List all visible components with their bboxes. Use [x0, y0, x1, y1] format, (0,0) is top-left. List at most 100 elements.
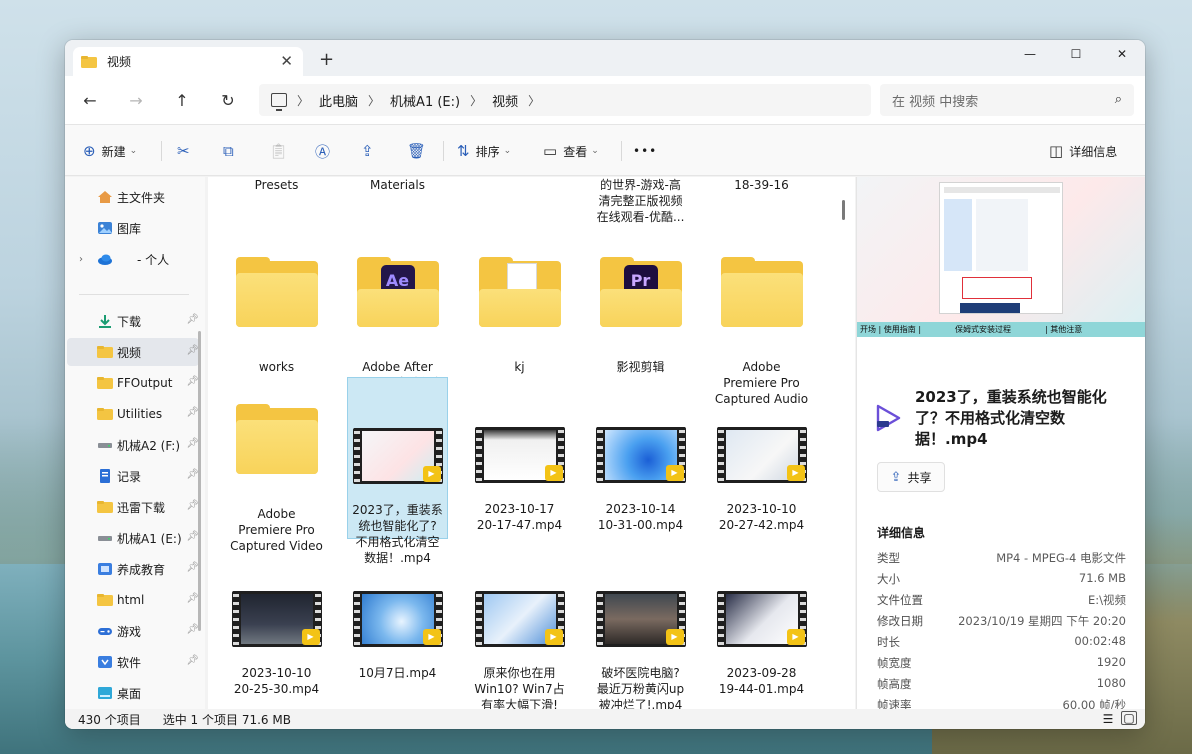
share-icon: ⇪ — [890, 469, 902, 485]
video-item[interactable]: ▶ 10月7日.mp4 — [347, 575, 448, 697]
copy-button[interactable]: ⧉ — [223, 139, 240, 163]
new-button[interactable]: ⊕ 新建 ⌄ — [83, 139, 137, 163]
sort-button[interactable]: ⇅ 排序 ⌄ — [457, 139, 511, 163]
maximize-button[interactable]: ☐ — [1053, 40, 1099, 68]
gamepad-icon — [98, 628, 112, 635]
file-item[interactable]: Materials — [347, 177, 448, 193]
folder-item-video-editing[interactable]: Pr 影视剪辑 — [590, 245, 691, 391]
search-input[interactable]: 在 视频 中搜索 ⌕ — [880, 84, 1134, 116]
video-item[interactable]: ▶ 2023-10-10 20-25-30.mp4 — [226, 575, 327, 709]
close-window-button[interactable]: ✕ — [1099, 40, 1145, 68]
tab-videos[interactable]: 视频 ✕ — [73, 47, 303, 76]
sidebar-scrollbar[interactable] — [198, 331, 201, 631]
file-item[interactable]: 18-39-16 — [711, 177, 812, 193]
home-icon — [98, 191, 112, 203]
video-item[interactable]: ▶ 2023-10-17 20-17-47.mp4 — [469, 411, 570, 549]
details-row-duration: 时长 00:02:48 — [877, 634, 1126, 649]
video-item-selected[interactable]: ▶ 2023了，重装系 统也智能化了? 不用格式化清空 数据！.mp4 — [347, 377, 448, 565]
more-options-button[interactable]: ••• — [633, 139, 657, 163]
paste-icon: 📋︎ — [269, 142, 289, 160]
close-tab-icon[interactable]: ✕ — [280, 52, 293, 70]
after-effects-folder-icon: Ae — [356, 257, 439, 327]
player-icon: ▶ — [786, 629, 805, 645]
paste-button[interactable]: 📋︎ — [269, 139, 294, 163]
breadcrumb-videos[interactable]: 视频 — [492, 91, 518, 110]
chevron-right-icon[interactable]: 〉 — [528, 92, 540, 109]
large-icons-view-icon[interactable]: ▢ — [1121, 711, 1137, 725]
trash-icon: 🗑︎ — [407, 142, 427, 160]
sidebar-item-education[interactable]: 养成教育 📌︎ — [67, 555, 199, 583]
video-item[interactable]: ▶ 2023-10-14 10-31-00.mp4 — [590, 411, 691, 549]
refresh-button[interactable]: ↻ — [215, 88, 241, 112]
sidebar-item-utilities[interactable]: Utilities 📌︎ — [67, 400, 199, 428]
sort-label: 排序 — [475, 144, 500, 159]
folder-item-works[interactable]: works — [226, 245, 327, 391]
sidebar-item-drive-f[interactable]: 机械A2 (F:) 📌︎ — [67, 431, 199, 459]
cut-button[interactable]: ✂ — [177, 139, 196, 163]
sidebar-item-xunlei[interactable]: 迅雷下载 📌︎ — [67, 493, 199, 521]
file-item[interactable]: Presets — [226, 177, 327, 193]
breadcrumb-drive-e[interactable]: 机械A1 (E:) — [390, 91, 460, 110]
content-scrollbar[interactable] — [842, 200, 845, 220]
file-item[interactable]: 的世界-游戏-高 清完整正版视频 在线观看-优酷... — [590, 177, 691, 225]
rename-button[interactable]: Ⓐ — [315, 139, 336, 163]
navigation-pane: 主文件夹 图库 › - 个人 下载 📌︎ 视频 📌︎ FFOutput 📌︎ U… — [65, 177, 205, 709]
sidebar-item-gallery[interactable]: 图库 — [67, 214, 199, 242]
new-label: 新建 — [101, 144, 126, 159]
details-pane-button[interactable]: ◫ 详细信息 — [1049, 139, 1117, 163]
view-button[interactable]: ▭ 查看 ⌄ — [543, 139, 599, 163]
view-icon: ▭ — [543, 142, 558, 160]
sidebar-item-desktop[interactable]: 桌面 — [67, 679, 199, 707]
new-tab-button[interactable]: + — [319, 49, 334, 70]
sidebar-item-downloads[interactable]: 下载 📌︎ — [67, 307, 199, 335]
forward-button[interactable]: → — [123, 88, 149, 112]
folder-item-pr-video[interactable]: Adobe Premiere Pro Captured Video — [226, 392, 327, 570]
share-button[interactable]: ⇪ — [361, 139, 380, 163]
details-view-icon[interactable]: ☰ — [1098, 711, 1118, 727]
video-item[interactable]: ▶ 2023-09-28 19-44-01.mp4 — [711, 575, 812, 709]
up-button[interactable]: ↑ — [169, 88, 195, 112]
video-thumbnail: ▶ — [231, 591, 322, 647]
sidebar-item-html[interactable]: html 📌︎ — [67, 586, 199, 614]
share-file-button[interactable]: ⇪ 共享 — [877, 462, 945, 492]
address-bar[interactable]: 〉 此电脑 〉 机械A1 (E:) 〉 视频 〉 — [259, 84, 871, 116]
sidebar-item-ffoutput[interactable]: FFOutput 📌︎ — [67, 369, 199, 397]
folder-item-kj[interactable]: kj — [469, 245, 570, 391]
search-icon[interactable]: ⌕ — [1115, 92, 1122, 107]
status-bar: 430 个项目 选中 1 个项目 71.6 MB ☰ ▢ — [65, 709, 1145, 729]
player-icon: ▶ — [422, 466, 441, 482]
player-icon: ▶ — [665, 629, 684, 645]
onedrive-icon — [98, 254, 112, 265]
sidebar-item-records[interactable]: 记录 📌︎ — [67, 462, 199, 490]
chevron-down-icon: ⌄ — [503, 146, 512, 156]
folder-icon — [97, 346, 113, 358]
details-row-frame-rate: 帧速率 60.00 帧/秒 — [877, 698, 1126, 709]
sidebar-item-drive-e[interactable]: 机械A1 (E:) 📌︎ — [67, 524, 199, 552]
folder-item-pr-audio[interactable]: Adobe Premiere Pro Captured Audio — [711, 245, 812, 423]
delete-button[interactable]: 🗑︎ — [407, 139, 432, 163]
video-file-icon — [876, 404, 901, 432]
minimize-button[interactable]: — — [1007, 40, 1053, 68]
details-row-frame-width: 帧宽度 1920 — [877, 655, 1126, 670]
video-item[interactable]: ▶ 破坏医院电脑? 最近万粉黄闪up 被冲烂了!.mp4 — [590, 575, 691, 709]
video-item[interactable]: ▶ 2023-10-10 20-27-42.mp4 — [711, 411, 812, 549]
sidebar-item-games[interactable]: 游戏 📌︎ — [67, 617, 199, 645]
breadcrumb-this-pc[interactable]: 此电脑 — [319, 91, 358, 110]
chevron-down-icon: ⌄ — [129, 146, 138, 156]
sidebar-item-onedrive[interactable]: › - 个人 — [67, 245, 199, 273]
download-icon — [99, 315, 111, 328]
folder-icon — [720, 257, 803, 327]
sidebar-item-software[interactable]: 软件 📌︎ — [67, 648, 199, 676]
player-icon: ▶ — [544, 465, 563, 481]
back-button[interactable]: ← — [77, 88, 103, 112]
premiere-folder-icon: Pr — [599, 257, 682, 327]
divider — [621, 141, 622, 161]
file-explorer-window: 视频 ✕ + — ☐ ✕ ← → ↑ ↻ 〉 此电脑 〉 机械A1 (E:) 〉… — [65, 40, 1145, 729]
sidebar-item-videos[interactable]: 视频 📌︎ — [67, 338, 199, 366]
sidebar-item-home[interactable]: 主文件夹 — [67, 183, 199, 211]
video-item[interactable]: ▶ 原来你也在用 Win10? Win7占 有率大幅下滑! 来看看份额吧... — [469, 575, 570, 709]
divider — [443, 141, 444, 161]
folder-icon — [97, 501, 113, 513]
chevron-right-icon[interactable]: › — [79, 254, 83, 265]
desktop-icon — [98, 687, 112, 699]
